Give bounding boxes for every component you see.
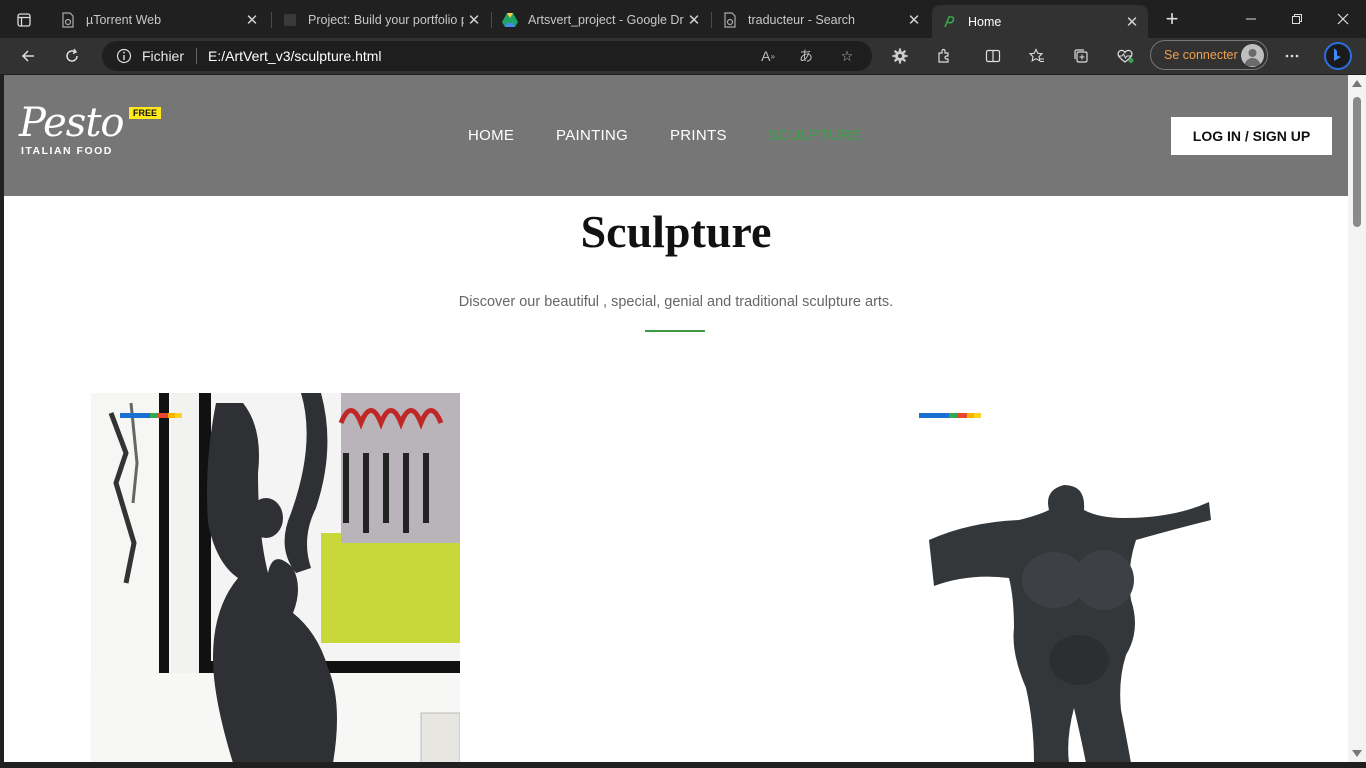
- close-tab-icon[interactable]: ✕: [684, 10, 704, 30]
- browser-tab-strip: µTorrent Web ✕ Project: Build your portf…: [0, 0, 1366, 38]
- google-drive-icon: [502, 12, 518, 28]
- address-bar[interactable]: Fichier E:/ArtVert_v3/sculpture.html A» …: [102, 41, 872, 71]
- nav-sculpture[interactable]: SCULPTURE: [768, 127, 862, 144]
- split-screen-icon[interactable]: [979, 43, 1007, 69]
- color-stripe: [120, 413, 182, 418]
- url-text[interactable]: E:/ArtVert_v3/sculpture.html: [208, 48, 382, 64]
- site-info-icon[interactable]: [116, 48, 132, 64]
- tab-label: traducteur - Search: [748, 13, 855, 27]
- avatar-icon: [1241, 44, 1264, 67]
- project-icon: [282, 12, 298, 28]
- scheme-label: Fichier: [142, 48, 185, 64]
- nav-home[interactable]: HOME: [468, 127, 514, 144]
- tab-label: Project: Build your portfolio p: [308, 13, 464, 27]
- close-tab-icon[interactable]: ✕: [242, 10, 262, 30]
- tab-label: Artsvert_project - Google Dri: [528, 13, 684, 27]
- translate-icon[interactable]: あ: [796, 46, 816, 66]
- login-signup-button[interactable]: LOG IN / SIGN UP: [1171, 117, 1332, 155]
- browser-toolbar: Fichier E:/ArtVert_v3/sculpture.html A» …: [0, 38, 1366, 74]
- browser-essentials-icon[interactable]: [1111, 43, 1139, 69]
- restore-icon[interactable]: [1274, 6, 1320, 32]
- collections-icon[interactable]: [1067, 43, 1095, 69]
- scroll-up-icon[interactable]: [1352, 80, 1362, 87]
- utorrent-icon: [60, 12, 76, 28]
- tab-project[interactable]: Project: Build your portfolio p ✕: [272, 5, 490, 35]
- tab-home-active[interactable]: Home ✕: [932, 5, 1148, 38]
- read-aloud-icon[interactable]: A»: [758, 46, 778, 66]
- scroll-thumb[interactable]: [1353, 97, 1361, 227]
- scroll-down-icon[interactable]: [1352, 750, 1362, 757]
- tab-label: µTorrent Web: [86, 13, 162, 27]
- copilot-icon[interactable]: [1322, 40, 1354, 72]
- more-options-icon[interactable]: [1278, 43, 1306, 69]
- tab-traducteur[interactable]: traducteur - Search ✕: [712, 5, 930, 35]
- favorites-icon[interactable]: [1023, 43, 1051, 69]
- nav-painting[interactable]: PAINTING: [556, 127, 628, 144]
- title-underline: [645, 330, 705, 332]
- new-tab-icon[interactable]: +: [1160, 8, 1184, 32]
- tab-utorrent[interactable]: µTorrent Web ✕: [50, 5, 268, 35]
- tab-google-drive[interactable]: Artsvert_project - Google Dri ✕: [492, 5, 710, 35]
- omnibox-divider: [196, 48, 197, 64]
- close-window-icon[interactable]: [1320, 6, 1366, 32]
- close-tab-icon[interactable]: ✕: [464, 10, 484, 30]
- close-tab-icon[interactable]: ✕: [1122, 12, 1142, 32]
- logo-subtitle: ITALIAN FOOD: [21, 145, 113, 157]
- refresh-icon[interactable]: [58, 43, 86, 69]
- free-badge: FREE: [129, 107, 162, 119]
- tab-label: Home: [968, 14, 1002, 29]
- page-scrollbar[interactable]: [1348, 75, 1366, 762]
- sign-in-label: Se connecter: [1164, 48, 1238, 62]
- page-viewport: Pesto ITALIAN FOOD FREE HOME PAINTING PR…: [4, 75, 1348, 762]
- site-logo[interactable]: Pesto ITALIAN FOOD: [19, 100, 124, 157]
- page-subtitle: Discover our beautiful , special, genial…: [458, 294, 894, 310]
- search-page-icon: [722, 12, 738, 28]
- sign-in-button[interactable]: Se connecter: [1150, 40, 1268, 70]
- back-icon[interactable]: [14, 43, 42, 69]
- extensions-icon[interactable]: [930, 43, 958, 69]
- color-stripe: [919, 413, 981, 418]
- sculpture-image-1[interactable]: [91, 393, 460, 762]
- nav-prints[interactable]: PRINTS: [670, 127, 727, 144]
- site-header: Pesto ITALIAN FOOD FREE HOME PAINTING PR…: [4, 75, 1348, 196]
- logo-text: Pesto: [19, 100, 124, 146]
- favorite-star-icon[interactable]: ☆: [837, 46, 857, 66]
- settings-gear-icon[interactable]: [886, 43, 914, 69]
- close-tab-icon[interactable]: ✕: [904, 10, 924, 30]
- pesto-favicon-icon: [942, 14, 958, 30]
- sculpture-image-2[interactable]: [919, 470, 1259, 762]
- minimize-icon[interactable]: [1228, 6, 1274, 32]
- tab-actions-icon[interactable]: [10, 8, 38, 32]
- page-title: Sculpture: [580, 206, 772, 257]
